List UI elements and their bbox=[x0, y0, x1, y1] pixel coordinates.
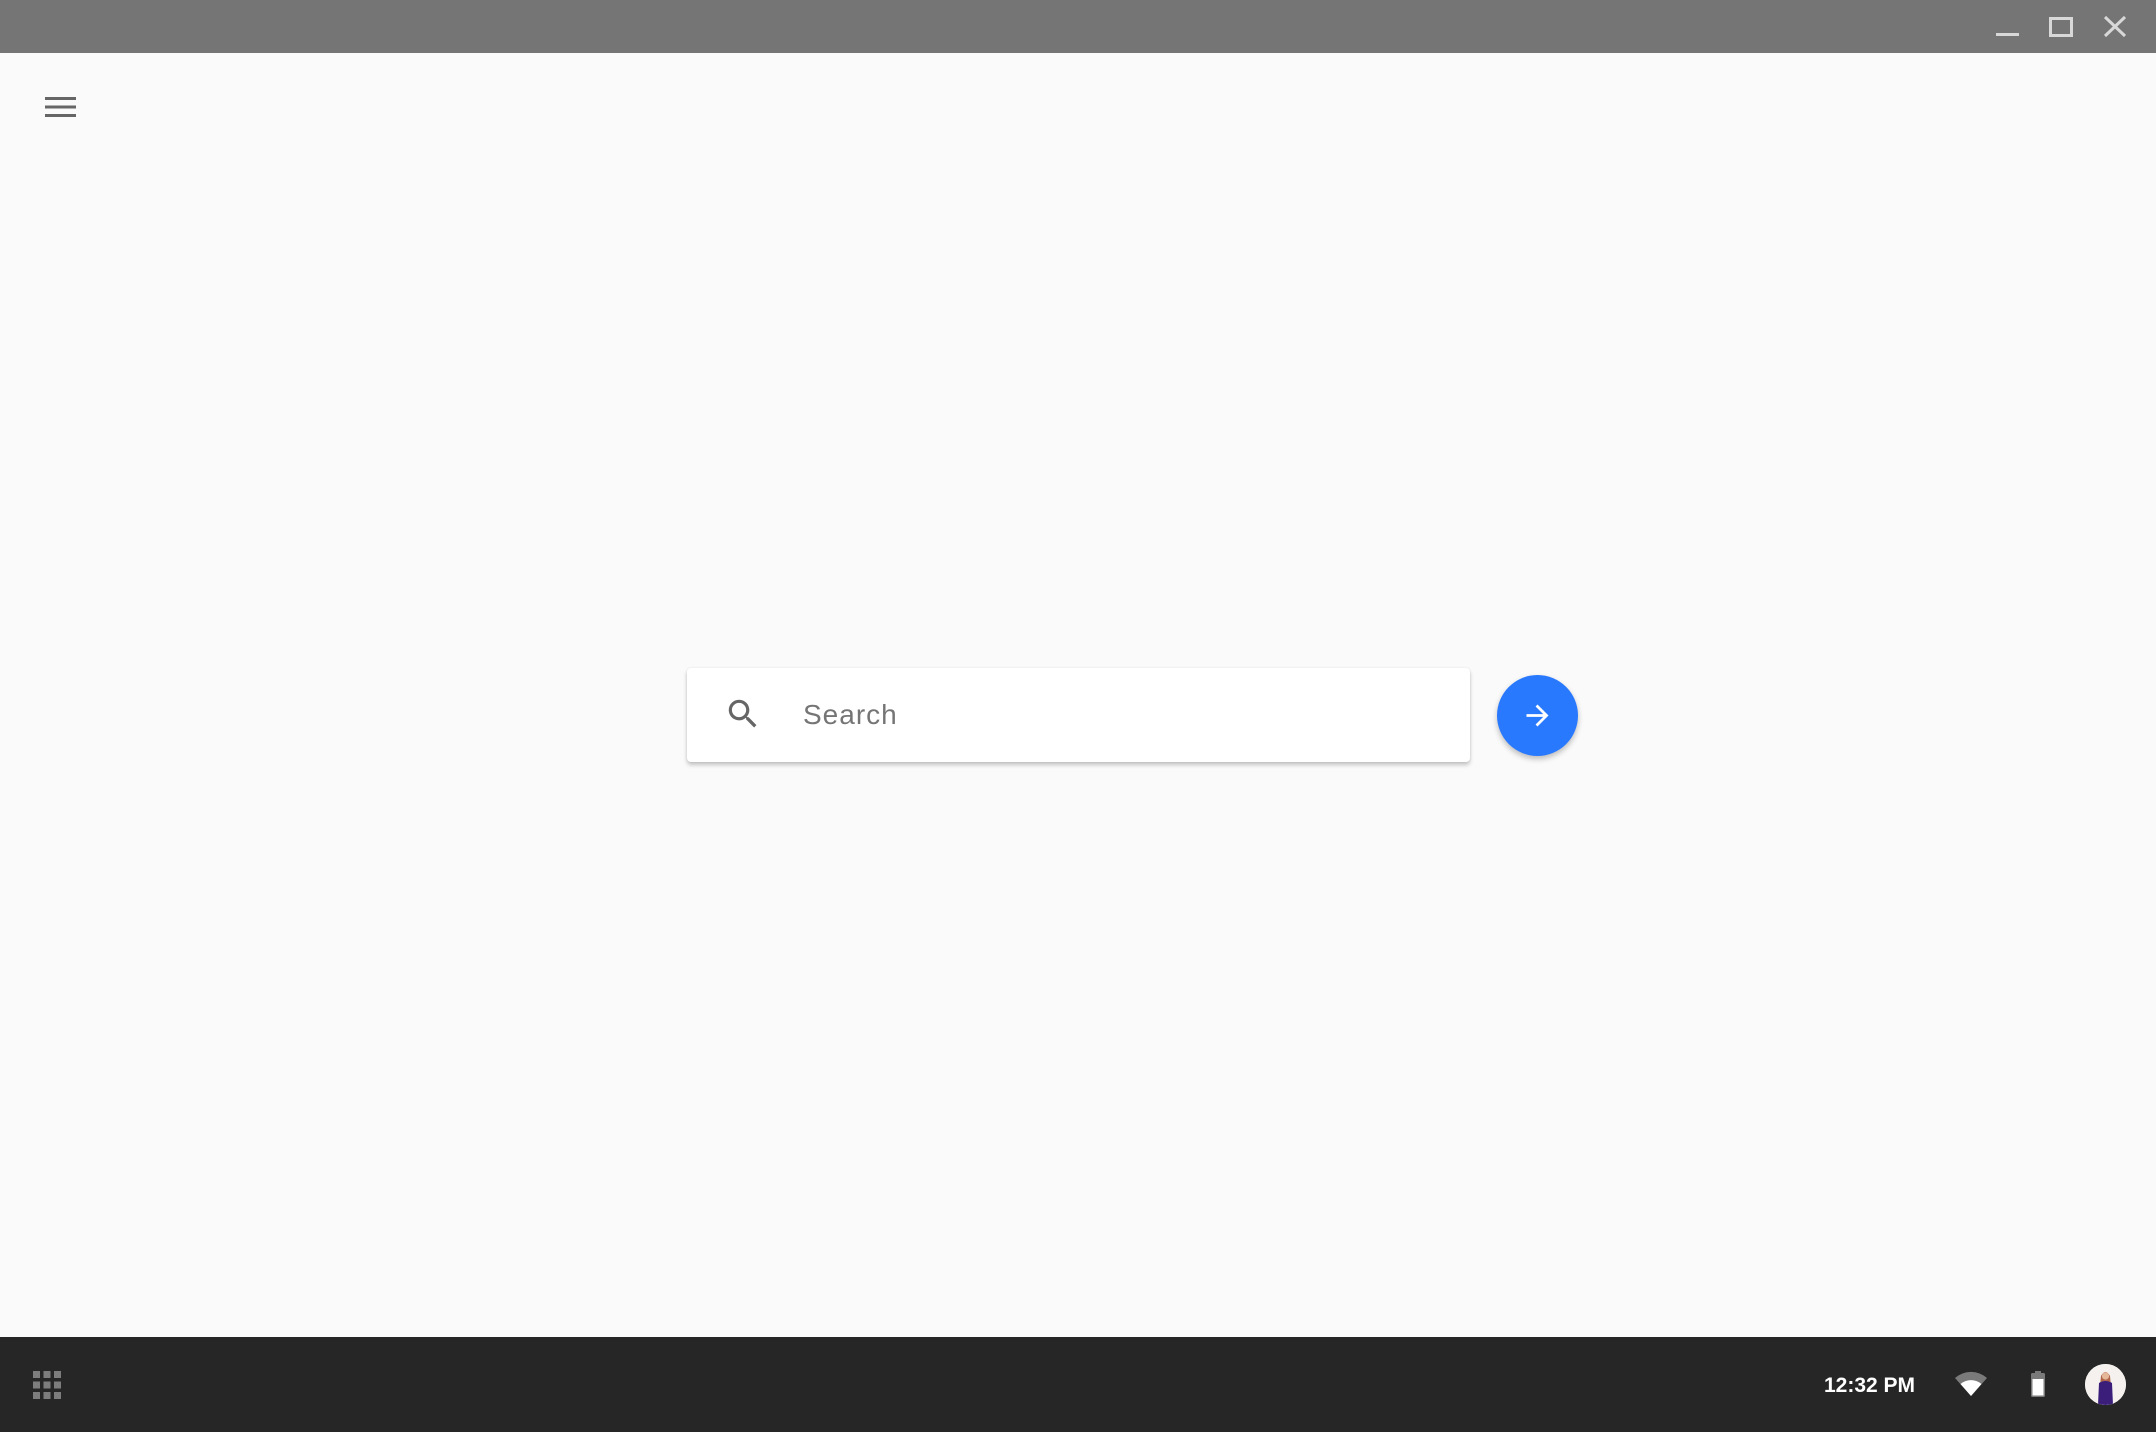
avatar-photo-icon bbox=[2085, 1364, 2126, 1405]
search-input[interactable] bbox=[803, 690, 1443, 740]
minimize-icon bbox=[1996, 33, 2019, 36]
close-button[interactable] bbox=[2090, 0, 2140, 53]
status-clock[interactable]: 12:32 PM bbox=[1824, 1372, 1915, 1400]
user-avatar[interactable] bbox=[2085, 1364, 2126, 1405]
maximize-icon bbox=[2049, 17, 2073, 37]
minimize-button[interactable] bbox=[1983, 0, 2033, 53]
window-titlebar bbox=[0, 0, 2156, 53]
app-launcher-grid-icon bbox=[33, 1371, 61, 1399]
battery-icon bbox=[2031, 1371, 2045, 1397]
wifi-status[interactable] bbox=[1952, 1370, 1990, 1398]
close-icon bbox=[2103, 15, 2127, 38]
search-icon bbox=[724, 695, 762, 733]
menu-button[interactable] bbox=[37, 87, 85, 127]
arrow-right-icon bbox=[1526, 704, 1549, 727]
search-submit-button[interactable] bbox=[1497, 675, 1578, 756]
app-launcher-button[interactable] bbox=[26, 1364, 68, 1406]
wifi-icon bbox=[1955, 1371, 1987, 1396]
battery-status[interactable] bbox=[2028, 1370, 2048, 1398]
hamburger-menu-icon bbox=[45, 97, 76, 117]
maximize-button[interactable] bbox=[2036, 0, 2086, 53]
